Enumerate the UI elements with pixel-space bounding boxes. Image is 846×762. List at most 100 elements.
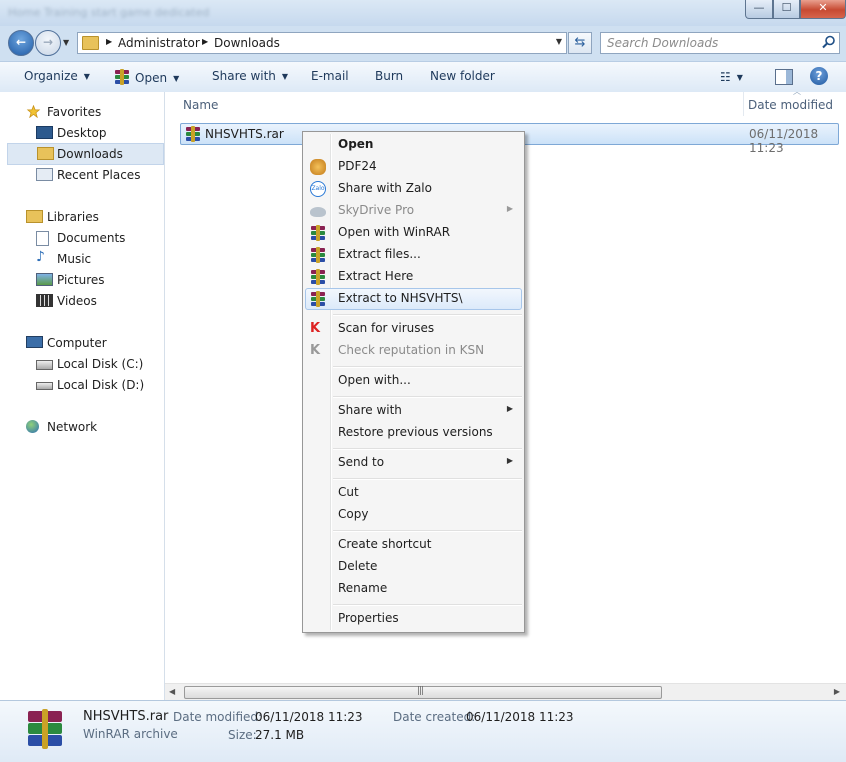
window-title: Home Training start game dedicated	[8, 6, 210, 19]
menu-item-open-with[interactable]: Open with...	[305, 370, 522, 392]
menu-separator	[333, 530, 522, 532]
menu-item-extract-files[interactable]: Extract files...	[305, 244, 522, 266]
menu-item-restore-versions[interactable]: Restore previous versions	[305, 422, 522, 444]
desktop-icon	[36, 126, 53, 139]
chevron-down-icon: ▼	[736, 73, 743, 82]
menu-item-create-shortcut[interactable]: Create shortcut	[305, 534, 522, 556]
new-folder-button[interactable]: New folder	[430, 69, 495, 83]
menu-item-label: Check reputation in KSN	[338, 343, 485, 357]
menu-item-label: Share with Zalo	[338, 181, 432, 195]
back-button[interactable]: ←	[8, 30, 34, 56]
nav-favorites[interactable]: Favorites	[0, 102, 164, 122]
network-icon	[26, 420, 39, 433]
menu-item-extract-here[interactable]: Extract Here	[305, 266, 522, 288]
breadcrumb-downloads[interactable]: Downloads	[214, 36, 280, 50]
nav-music[interactable]: ♪ Music	[0, 249, 164, 269]
forward-button[interactable]: →	[35, 30, 61, 56]
open-button[interactable]: Open ▼	[114, 69, 179, 85]
breadcrumb-arrow-icon[interactable]: ▶	[106, 37, 112, 46]
refresh-button[interactable]: ⇆	[568, 32, 592, 54]
details-size-label: Size:	[228, 728, 257, 742]
menu-item-scan-viruses[interactable]: K Scan for viruses	[305, 318, 522, 340]
nav-network[interactable]: Network	[0, 417, 164, 437]
organize-button[interactable]: Organize ▼	[24, 69, 90, 83]
menu-item-label: Extract to NHSVHTS\	[338, 291, 463, 305]
close-button[interactable]: ✕	[800, 0, 846, 19]
menu-item-delete[interactable]: Delete	[305, 556, 522, 578]
minimize-button[interactable]: —	[745, 0, 773, 19]
nav-computer[interactable]: Computer	[0, 333, 164, 353]
breadcrumb-arrow-icon[interactable]: ▶	[202, 37, 208, 46]
menu-item-share-zalo[interactable]: Zalo Share with Zalo	[305, 178, 522, 200]
column-header-name[interactable]: Name	[183, 98, 218, 112]
menu-item-skydrive-pro[interactable]: SkyDrive Pro ▶	[305, 200, 522, 222]
nav-downloads[interactable]: Downloads	[7, 143, 164, 165]
nav-pictures[interactable]: Pictures	[0, 270, 164, 290]
scroll-right-icon[interactable]: ▶	[834, 687, 840, 696]
search-placeholder: Search Downloads	[607, 36, 719, 50]
breadcrumb-administrator[interactable]: Administrator	[118, 36, 200, 50]
organize-label: Organize	[24, 69, 78, 83]
menu-item-label: Restore previous versions	[338, 425, 493, 439]
nav-videos[interactable]: Videos	[0, 291, 164, 311]
menu-item-cut[interactable]: Cut	[305, 482, 522, 504]
email-button[interactable]: E-mail	[311, 69, 349, 83]
burn-button[interactable]: Burn	[375, 69, 403, 83]
menu-item-open[interactable]: Open	[305, 134, 522, 156]
winrar-icon	[310, 247, 326, 263]
details-modified-label: Date modified:	[173, 710, 263, 724]
menu-item-extract-to[interactable]: Extract to NHSVHTS\	[305, 288, 522, 310]
horizontal-scrollbar[interactable]: ◀ ||| ▶	[165, 683, 846, 700]
search-icon[interactable]	[822, 35, 836, 49]
menu-item-properties[interactable]: Properties	[305, 608, 522, 630]
share-with-button[interactable]: Share with ▼	[212, 69, 288, 83]
column-header-date-modified[interactable]: Date modified	[748, 98, 833, 112]
scrollbar-thumb[interactable]: |||	[184, 686, 662, 699]
submenu-arrow-icon: ▶	[506, 204, 513, 213]
chevron-down-icon: ▼	[173, 74, 180, 83]
details-pane: NHSVHTS.rar WinRAR archive Date modified…	[0, 700, 846, 762]
nav-favorites-label: Favorites	[47, 105, 102, 119]
menu-item-rename[interactable]: Rename	[305, 578, 522, 600]
cloud-icon	[310, 207, 326, 217]
kaspersky-icon: K	[310, 343, 321, 358]
scroll-left-icon[interactable]: ◀	[169, 687, 175, 696]
address-bar[interactable]: ▶ Administrator ▶ Downloads ▼	[77, 32, 567, 54]
menu-item-pdf24[interactable]: PDF24	[305, 156, 522, 178]
change-view-button[interactable]: ☷ ▼	[720, 70, 743, 84]
menu-item-label: Properties	[338, 611, 399, 625]
zalo-icon: Zalo	[310, 181, 326, 197]
menu-item-open-with-winrar[interactable]: Open with WinRAR	[305, 222, 522, 244]
menu-item-share-with[interactable]: Share with ▶	[305, 400, 522, 422]
menu-item-copy[interactable]: Copy	[305, 504, 522, 526]
nav-local-disk-c[interactable]: Local Disk (C:)	[0, 354, 164, 374]
nav-downloads-label: Downloads	[57, 147, 123, 161]
winrar-icon	[310, 269, 326, 285]
recent-pages-dropdown[interactable]: ▼	[63, 38, 69, 47]
nav-desktop[interactable]: Desktop	[0, 123, 164, 143]
address-dropdown-icon[interactable]: ▼	[556, 37, 562, 46]
nav-libraries[interactable]: Libraries	[0, 207, 164, 227]
menu-separator	[333, 366, 522, 368]
help-icon[interactable]: ?	[810, 67, 828, 85]
nav-documents[interactable]: Documents	[0, 228, 164, 248]
nav-recent-places[interactable]: Recent Places	[0, 165, 164, 185]
videos-icon	[36, 294, 53, 307]
column-divider[interactable]	[743, 92, 744, 116]
menu-item-label: Cut	[338, 485, 359, 499]
menu-item-send-to[interactable]: Send to ▶	[305, 452, 522, 474]
nav-recent-places-label: Recent Places	[57, 168, 141, 182]
nav-computer-label: Computer	[47, 336, 107, 350]
nav-documents-label: Documents	[57, 231, 126, 245]
menu-item-check-ksn[interactable]: K Check reputation in KSN	[305, 340, 522, 362]
search-input[interactable]: Search Downloads	[600, 32, 840, 54]
maximize-button[interactable]: ☐	[773, 0, 800, 19]
nav-local-disk-d[interactable]: Local Disk (D:)	[0, 375, 164, 395]
menu-item-label: Send to	[338, 455, 385, 469]
menu-item-label: Rename	[338, 581, 388, 595]
menu-item-label: Scan for viruses	[338, 321, 435, 335]
winrar-icon	[310, 291, 326, 307]
winrar-archive-icon	[185, 126, 201, 142]
preview-pane-icon[interactable]	[775, 69, 793, 85]
pdf24-icon	[310, 159, 326, 175]
